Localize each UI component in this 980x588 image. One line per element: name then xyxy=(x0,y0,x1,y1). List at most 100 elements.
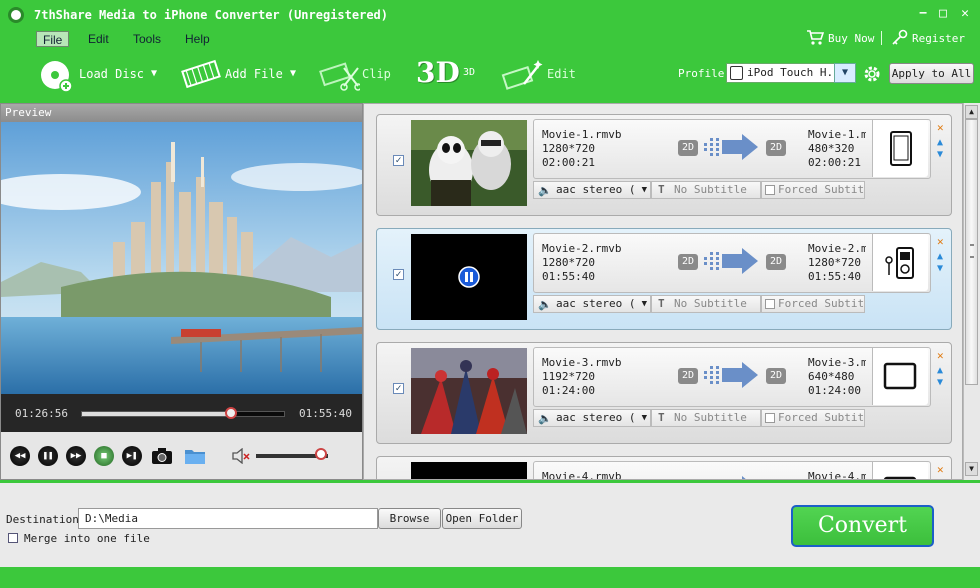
move-down-icon[interactable]: ▼ xyxy=(937,263,943,274)
audio-track-select[interactable]: 🔈 aac stereo (▼ xyxy=(533,181,651,199)
file-list-scrollbar[interactable]: ▲ ▼ xyxy=(963,103,980,480)
buy-now-link[interactable]: Buy Now xyxy=(828,32,874,45)
remove-icon[interactable]: ✕ xyxy=(937,235,944,248)
mute-icon[interactable] xyxy=(232,447,250,465)
next-frame-icon[interactable]: ▶❚ xyxy=(122,446,142,466)
browse-button[interactable]: Browse xyxy=(378,508,441,529)
clip-icon[interactable] xyxy=(318,56,362,92)
ipod-speaker-icon[interactable] xyxy=(872,234,928,291)
source-name[interactable]: Movie-2.rmvb xyxy=(542,242,621,256)
menu-edit[interactable]: Edit xyxy=(82,31,115,47)
move-down-icon[interactable]: ▼ xyxy=(937,377,943,388)
file-card[interactable]: ✓ Movie-3.rmvb 1192*720 01:24:00 2D 2D Movie-3… xyxy=(376,342,952,444)
file-checkbox[interactable]: ✓ xyxy=(393,155,404,166)
load-disc-button[interactable]: Load Disc xyxy=(79,67,144,81)
rewind-icon[interactable]: ◀◀ xyxy=(10,446,30,466)
maximize-button[interactable]: □ xyxy=(934,6,952,22)
convert-button[interactable]: Convert xyxy=(791,505,934,547)
forced-subtitle-toggle[interactable]: Forced Subtitle xyxy=(761,409,865,427)
move-up-icon[interactable]: ▲ xyxy=(937,251,943,262)
output-2d-badge[interactable]: 2D xyxy=(766,254,786,270)
move-up-icon[interactable]: ▲ xyxy=(937,479,943,480)
output-name[interactable]: Movie-2.mp4 xyxy=(808,242,866,256)
edit-button[interactable]: Edit xyxy=(547,67,576,81)
load-disc-icon[interactable] xyxy=(38,58,74,94)
menu-help[interactable]: Help xyxy=(179,31,216,47)
audio-track-select[interactable]: 🔈 aac stereo (▼ xyxy=(533,295,651,313)
destination-input[interactable]: D:\Media xyxy=(78,508,378,529)
file-thumbnail[interactable] xyxy=(411,462,527,479)
menu-file[interactable]: File xyxy=(36,31,70,47)
audio-dropdown-icon[interactable]: ▼ xyxy=(642,182,647,198)
source-name[interactable]: Movie-4.rmvb xyxy=(542,470,621,479)
file-thumbnail[interactable] xyxy=(411,348,527,434)
scroll-down-icon[interactable]: ▼ xyxy=(965,462,978,476)
settings-gear-icon[interactable] xyxy=(862,64,882,84)
cart-icon[interactable] xyxy=(806,28,825,46)
forced-checkbox[interactable] xyxy=(765,185,775,195)
file-thumbnail[interactable] xyxy=(411,120,527,206)
output-name[interactable]: Movie-1.mp4 xyxy=(808,128,866,142)
forced-checkbox[interactable] xyxy=(765,299,775,309)
minimize-button[interactable]: − xyxy=(914,6,932,22)
add-file-dropdown-icon[interactable]: ▼ xyxy=(290,68,296,79)
key-icon[interactable] xyxy=(891,29,909,47)
scroll-up-icon[interactable]: ▲ xyxy=(965,105,978,119)
stop-icon[interactable]: ■ xyxy=(94,446,114,466)
remove-icon[interactable]: ✕ xyxy=(937,121,944,134)
close-button[interactable]: ✕ xyxy=(956,6,974,22)
file-card[interactable]: ✓ Movie-2.rmvb 1280*720 01:55:40 2D 2D Movie-2… xyxy=(376,228,952,330)
profile-dropdown-icon[interactable]: ▼ xyxy=(834,63,856,83)
forced-subtitle-toggle[interactable]: Forced Subtitle xyxy=(761,181,865,199)
add-file-button[interactable]: Add File xyxy=(225,67,283,81)
open-folder-button[interactable]: Open Folder xyxy=(442,508,522,529)
file-checkbox[interactable]: ✓ xyxy=(393,383,404,394)
input-2d-badge[interactable]: 2D xyxy=(678,368,698,384)
fast-forward-icon[interactable]: ▶▶ xyxy=(66,446,86,466)
input-2d-badge[interactable]: 2D xyxy=(678,254,698,270)
register-link[interactable]: Register xyxy=(912,32,965,45)
move-up-icon[interactable]: ▲ xyxy=(937,137,943,148)
audio-dropdown-icon[interactable]: ▼ xyxy=(642,296,647,312)
remove-icon[interactable]: ✕ xyxy=(937,463,944,476)
file-card[interactable]: Movie-4.rmvbMovie-4.mp4🔈▼T✕▲▼ xyxy=(376,456,952,480)
three-d-button[interactable]: 3D xyxy=(463,67,475,78)
audio-track-select[interactable]: 🔈 aac stereo (▼ xyxy=(533,409,651,427)
tablet-icon[interactable] xyxy=(872,462,928,479)
source-name[interactable]: Movie-3.rmvb xyxy=(542,356,621,370)
subtitle-select[interactable]: T No Subtitle xyxy=(651,181,761,199)
scroll-thumb[interactable] xyxy=(965,119,978,385)
clip-button[interactable]: Clip xyxy=(362,67,391,81)
audio-dropdown-icon[interactable]: ▼ xyxy=(642,410,647,426)
load-disc-dropdown-icon[interactable]: ▼ xyxy=(151,68,157,79)
phone-icon[interactable] xyxy=(872,120,928,177)
apply-to-all-button[interactable]: Apply to All xyxy=(889,63,974,84)
film-add-icon[interactable] xyxy=(180,56,222,92)
edit-wand-icon[interactable] xyxy=(500,56,544,92)
snapshot-camera-icon[interactable] xyxy=(151,447,173,465)
menu-tools[interactable]: Tools xyxy=(127,31,167,47)
video-preview[interactable] xyxy=(1,122,362,394)
output-name[interactable]: Movie-3.mp4 xyxy=(808,356,866,370)
subtitle-select[interactable]: T No Subtitle xyxy=(651,295,761,313)
open-folder-icon[interactable] xyxy=(184,447,206,465)
seek-slider[interactable] xyxy=(81,407,285,419)
output-2d-badge[interactable]: 2D xyxy=(766,368,786,384)
move-up-icon[interactable]: ▲ xyxy=(937,365,943,376)
subtitle-select[interactable]: T No Subtitle xyxy=(651,409,761,427)
remove-icon[interactable]: ✕ xyxy=(937,349,944,362)
three-d-glyph-icon[interactable]: 3D xyxy=(416,56,460,89)
source-name[interactable]: Movie-1.rmvb xyxy=(542,128,621,142)
move-down-icon[interactable]: ▼ xyxy=(937,149,943,160)
file-thumbnail[interactable] xyxy=(411,234,527,320)
file-checkbox[interactable]: ✓ xyxy=(393,269,404,280)
output-2d-badge[interactable]: 2D xyxy=(766,140,786,156)
merge-checkbox[interactable] xyxy=(8,533,18,543)
forced-checkbox[interactable] xyxy=(765,413,775,423)
output-name[interactable]: Movie-4.mp4 xyxy=(808,470,866,479)
forced-subtitle-toggle[interactable]: Forced Subtitle xyxy=(761,295,865,313)
seek-handle[interactable] xyxy=(225,407,237,419)
pause-icon[interactable]: ❚❚ xyxy=(38,446,58,466)
file-card[interactable]: ✓ Movie-1.rmvb 1280*720 02:00:21 2D 2D Movie-1… xyxy=(376,114,952,216)
tablet-icon[interactable] xyxy=(872,348,928,405)
